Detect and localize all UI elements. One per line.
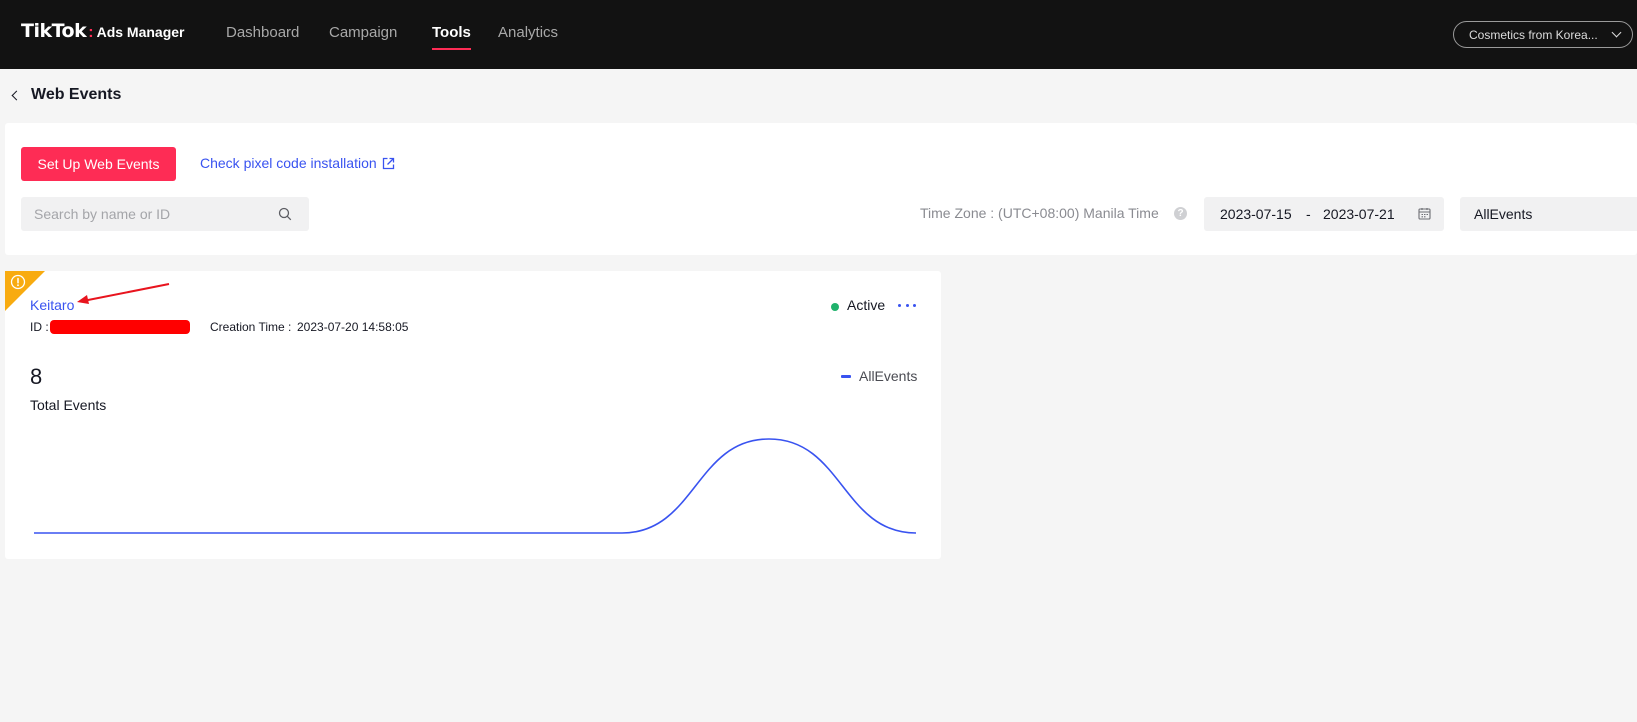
data-point-2023-07-21 bbox=[913, 530, 919, 536]
nav-tools-label: Tools bbox=[432, 24, 471, 41]
events-line-chart bbox=[31, 436, 919, 536]
date-separator: - bbox=[1306, 206, 1311, 222]
more-options-icon[interactable] bbox=[896, 296, 918, 314]
calendar-icon bbox=[1418, 208, 1431, 220]
logo-accent-mark: : bbox=[88, 24, 94, 41]
help-icon[interactable]: ? bbox=[1174, 207, 1187, 220]
data-point-2023-07-20 bbox=[766, 436, 772, 442]
page-title: Web Events bbox=[31, 86, 122, 103]
pixel-id-label: ID : bbox=[30, 320, 49, 334]
event-type-filter[interactable]: AllEvents bbox=[1460, 197, 1637, 231]
active-tab-indicator bbox=[432, 48, 471, 50]
logo-subtitle: Ads Manager bbox=[96, 24, 185, 40]
data-point-2023-07-19 bbox=[619, 530, 625, 536]
data-point-2023-07-18 bbox=[472, 530, 478, 536]
date-range-picker[interactable]: 2023-07-15 - 2023-07-21 bbox=[1204, 197, 1444, 231]
creation-time-value: 2023-07-20 14:58:05 bbox=[297, 320, 409, 334]
account-name: Cosmetics from Korea... bbox=[1469, 27, 1598, 42]
redacted-pixel-id bbox=[50, 320, 190, 334]
logo-brand: TikTok bbox=[21, 20, 87, 42]
nav-dashboard[interactable]: Dashboard bbox=[226, 24, 299, 41]
external-link-icon bbox=[382, 157, 394, 169]
tiktok-ads-manager-logo[interactable]: TikTok: Ads Manager bbox=[21, 20, 185, 42]
date-start: 2023-07-15 bbox=[1220, 206, 1292, 222]
search-input[interactable] bbox=[21, 197, 309, 231]
check-pixel-installation-link[interactable]: Check pixel code installation bbox=[200, 155, 395, 171]
timezone-label: Time Zone : (UTC+08:00) Manila Time bbox=[920, 205, 1159, 221]
creation-time-label: Creation Time : bbox=[210, 320, 292, 334]
check-pixel-installation-label: Check pixel code installation bbox=[200, 155, 377, 171]
total-events-label: Total Events bbox=[30, 397, 107, 413]
back-arrow-icon[interactable] bbox=[11, 90, 22, 101]
legend-swatch bbox=[841, 375, 851, 378]
nav-tools[interactable]: Tools bbox=[432, 24, 471, 50]
nav-analytics[interactable]: Analytics bbox=[498, 24, 558, 41]
total-events-value: 8 bbox=[30, 364, 43, 389]
filter-panel bbox=[5, 123, 1637, 255]
chevron-down-icon bbox=[1611, 27, 1622, 38]
set-up-web-events-button[interactable]: Set Up Web Events bbox=[21, 147, 176, 181]
status-indicator-dot bbox=[831, 303, 839, 311]
annotation-arrow-icon bbox=[77, 283, 170, 304]
data-point-2023-07-16 bbox=[178, 530, 184, 536]
status-label: Active bbox=[847, 297, 886, 313]
account-selector[interactable]: Cosmetics from Korea... bbox=[1453, 21, 1633, 48]
nav-campaign[interactable]: Campaign bbox=[329, 24, 397, 41]
data-point-2023-07-15 bbox=[31, 530, 37, 536]
search-icon[interactable] bbox=[278, 207, 292, 221]
date-end: 2023-07-21 bbox=[1323, 206, 1395, 222]
top-navigation-bar: TikTok: Ads Manager Dashboard Campaign To… bbox=[0, 0, 1637, 69]
legend-label: AllEvents bbox=[859, 368, 918, 384]
data-point-2023-07-17 bbox=[325, 530, 331, 536]
pixel-name-link[interactable]: Keitaro bbox=[30, 297, 74, 313]
series-line-allevents bbox=[33, 438, 917, 534]
